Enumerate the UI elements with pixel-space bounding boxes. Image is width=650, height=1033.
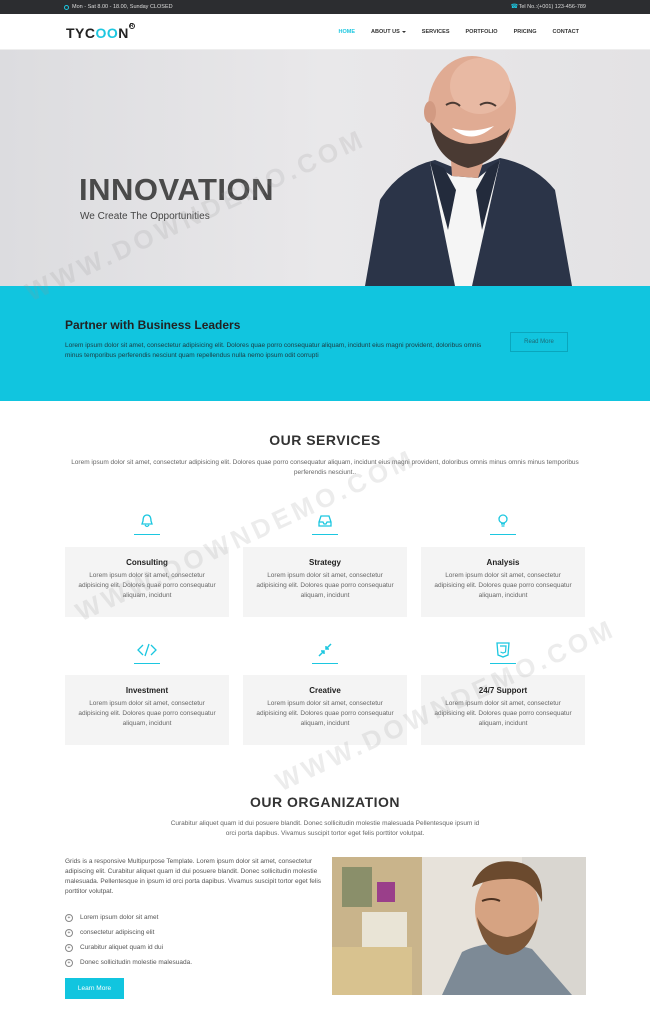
organization-title: OUR ORGANIZATION: [249, 794, 401, 810]
compress-icon: [305, 642, 345, 672]
list-item-text: consectetur adipiscing elit: [80, 929, 155, 936]
partner-text: Lorem ipsum dolor sit amet, consectetur …: [65, 342, 482, 359]
organization-text: Grids is a responsive Multipurpose Templ…: [65, 858, 322, 895]
logo-text-accent: OO: [95, 25, 119, 41]
logo-text-end: N: [118, 25, 129, 41]
read-more-button[interactable]: Read More: [510, 332, 568, 352]
nav-contact[interactable]: CONTACT: [553, 29, 579, 35]
plus-circle-icon: +: [65, 913, 73, 922]
service-card-investment[interactable]: Investment Lorem ipsum dolor sit amet, c…: [65, 675, 229, 745]
html5-icon: [483, 642, 523, 672]
service-title: Analysis: [486, 558, 520, 567]
hours-text: Mon - Sat 8.00 - 18.00, Sunday CLOSED: [72, 4, 173, 10]
service-text: Lorem ipsum dolor sit amet, consectetur …: [434, 572, 572, 599]
plus-circle-icon: +: [65, 928, 73, 937]
hero-subtitle: We Create The Opportunities: [80, 211, 210, 222]
organization-photo: [332, 857, 586, 995]
services-description: Lorem ipsum dolor sit amet, consectetur …: [71, 459, 579, 476]
service-card-strategy[interactable]: Strategy Lorem ipsum dolor sit amet, con…: [243, 547, 407, 617]
hero-banner: INNOVATION We Create The Opportunities: [0, 50, 650, 286]
partner-title: Partner with Business Leaders: [65, 318, 241, 332]
nav-about-label: ABOUT US: [371, 29, 400, 35]
nav-about-us[interactable]: ABOUT US: [371, 29, 406, 35]
plus-circle-icon: +: [65, 958, 73, 967]
service-title: Strategy: [308, 558, 341, 567]
list-item: + Donec sollicitudin molestie malesuada.: [65, 955, 192, 970]
nav-menu: HOME ABOUT US SERVICES PORTFOLIO PRICING…: [339, 29, 579, 35]
service-card-analysis[interactable]: Analysis Lorem ipsum dolor sit amet, con…: [421, 547, 585, 617]
service-title: 24/7 Support: [478, 686, 528, 695]
service-title: Investment: [125, 686, 169, 695]
list-item: + Lorem ipsum dolor sit amet: [65, 910, 192, 925]
code-icon: [127, 642, 167, 672]
bell-icon: [127, 513, 167, 543]
service-card-creative[interactable]: Creative Lorem ipsum dolor sit amet, con…: [243, 675, 407, 745]
hero-man-image: [365, 56, 572, 286]
service-title: Consulting: [126, 558, 168, 567]
phone-info: ☎ Tel No.:(+001) 123-456-789: [510, 3, 586, 11]
list-item-text: Donec sollicitudin molestie malesuada.: [80, 959, 193, 966]
caret-down-icon: [401, 30, 406, 33]
list-item: + consectetur adipiscing elit: [65, 925, 192, 940]
lightbulb-icon: [483, 513, 523, 543]
plus-circle-icon: +: [65, 943, 73, 952]
logo-text-start: TYC: [66, 25, 96, 41]
list-item-text: Curabitur aliquet quam id dui: [80, 944, 164, 951]
list-item-text: Lorem ipsum dolor sit amet: [80, 914, 159, 921]
nav-home[interactable]: HOME: [339, 29, 356, 35]
main-navbar: TYCOON R HOME ABOUT US SERVICES PORTFOLI…: [0, 14, 650, 50]
list-item: + Curabitur aliquet quam id dui: [65, 940, 192, 955]
nav-portfolio[interactable]: PORTFOLIO: [466, 29, 498, 35]
hours-info: Mon - Sat 8.00 - 18.00, Sunday CLOSED: [64, 4, 173, 10]
partner-section: Partner with Business Leaders Lorem ipsu…: [0, 286, 650, 401]
nav-services[interactable]: SERVICES: [422, 29, 450, 35]
nav-pricing[interactable]: PRICING: [514, 29, 537, 35]
clock-icon: [64, 4, 69, 10]
service-text: Lorem ipsum dolor sit amet, consectetur …: [434, 700, 572, 727]
service-text: Lorem ipsum dolor sit amet, consectetur …: [78, 700, 216, 727]
services-title: OUR SERVICES: [269, 432, 381, 448]
organization-description: Curabitur aliquet quam id dui posuere bl…: [170, 820, 480, 837]
service-text: Lorem ipsum dolor sit amet, consectetur …: [256, 572, 394, 599]
service-text: Lorem ipsum dolor sit amet, consectetur …: [256, 700, 394, 727]
brand-logo[interactable]: TYCOON R: [66, 23, 135, 41]
service-text: Lorem ipsum dolor sit amet, consectetur …: [78, 572, 216, 599]
service-card-support[interactable]: 24/7 Support Lorem ipsum dolor sit amet,…: [421, 675, 585, 745]
service-card-consulting[interactable]: Consulting Lorem ipsum dolor sit amet, c…: [65, 547, 229, 617]
organization-list: + Lorem ipsum dolor sit amet + consectetur…: [65, 910, 192, 970]
hero-title: INNOVATION: [79, 172, 275, 207]
phone-icon: ☎: [510, 3, 519, 10]
service-title: Creative: [309, 686, 341, 695]
top-info-bar: Mon - Sat 8.00 - 18.00, Sunday CLOSED ☎ …: [0, 0, 650, 14]
learn-more-button[interactable]: Learn More: [65, 978, 124, 999]
phone-text[interactable]: Tel No.:(+001) 123-456-789: [519, 4, 586, 10]
inbox-icon: [305, 513, 345, 543]
registered-mark: R: [128, 23, 135, 29]
